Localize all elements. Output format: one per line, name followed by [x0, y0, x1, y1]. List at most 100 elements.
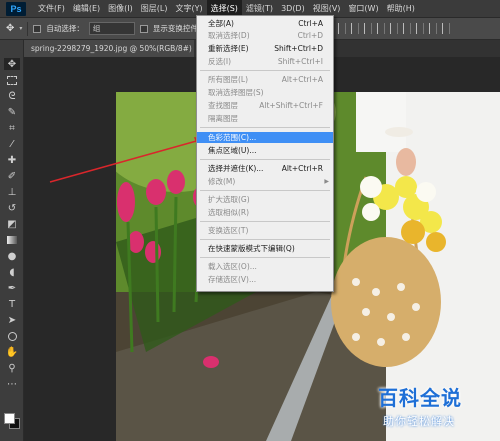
menu-item-label: 查找图层 [208, 101, 238, 110]
menu-item-label: 重新选择(E) [208, 44, 249, 53]
menu-item-label: 焦点区域(U)... [208, 146, 257, 155]
lasso-tool-icon[interactable]: ᘓ [6, 90, 18, 102]
menu-help[interactable]: 帮助(H) [383, 0, 419, 18]
menu-item-deselect[interactable]: 取消选择(D) Ctrl+D [197, 30, 333, 41]
menu-item-shortcut: Shift+Ctrl+I [277, 57, 323, 66]
pen-tool-icon[interactable]: ✒ [6, 282, 18, 294]
divider [27, 21, 29, 36]
crop-tool-icon[interactable]: ⌗ [6, 122, 18, 134]
watermark-title: 百科全说 [378, 386, 462, 410]
path-selection-tool-icon[interactable]: ➤ [6, 314, 18, 326]
submenu-arrow-icon: ▶ [324, 178, 329, 185]
menu-separator [200, 257, 330, 258]
auto-select-checkbox[interactable] [33, 24, 42, 33]
menu-item-shortcut: Ctrl+A [298, 19, 323, 28]
menu-item-label: 所有图层(L) [208, 75, 249, 84]
menu-item-deselect-layers[interactable]: 取消选择图层(S) [197, 87, 333, 98]
watermark-subtitle: 助你轻松解决 [383, 415, 455, 428]
eyedropper-tool-icon[interactable]: ⁄ [6, 138, 18, 150]
align-center-icon[interactable] [351, 23, 359, 34]
menu-window[interactable]: 窗口(W) [344, 0, 382, 18]
menu-item-transform-selection[interactable]: 变换选区(T) [197, 225, 333, 236]
menu-item-all-layers[interactable]: 所有图层(L) Alt+Ctrl+A [197, 74, 333, 85]
menu-separator [200, 159, 330, 160]
align-right-icon[interactable] [364, 23, 372, 34]
move-tool-icon[interactable]: ✥ [6, 23, 14, 34]
tool-preset-dropdown-icon[interactable]: ▾ [19, 25, 22, 32]
menu-item-find-layers[interactable]: 查找图层 Alt+Shift+Ctrl+F [197, 100, 333, 111]
menu-item-label: 反选(I) [208, 57, 232, 66]
move-tool-icon[interactable]: ✥ [4, 58, 20, 70]
hand-tool-icon[interactable]: ✋ [6, 346, 18, 358]
menu-item-label: 修改(M) [208, 177, 236, 186]
menu-layer[interactable]: 图层(L) [137, 0, 172, 18]
menu-item-load-selection[interactable]: 载入选区(O)... [197, 261, 333, 272]
menu-item-label: 在快速蒙版模式下编辑(Q) [208, 244, 295, 253]
distribute-left-icon[interactable] [416, 23, 424, 34]
clone-stamp-tool-icon[interactable]: ⊥ [6, 186, 18, 198]
dodge-tool-icon[interactable]: ◖ [6, 266, 18, 278]
align-left-icon[interactable] [338, 23, 346, 34]
menu-item-similar[interactable]: 选取相似(R) [197, 207, 333, 218]
document-tab[interactable]: spring-2298279_1920.jpg @ 50%(RGB/8#) [24, 40, 194, 57]
menu-item-grow[interactable]: 扩大选取(G) [197, 194, 333, 205]
gradient-tool-icon[interactable] [6, 234, 18, 246]
eraser-tool-icon[interactable]: ◩ [6, 218, 18, 230]
menu-item-select-all[interactable]: 全部(A) Ctrl+A [197, 18, 333, 29]
auto-select-label: 自动选择： [46, 24, 84, 33]
healing-brush-tool-icon[interactable]: ✚ [6, 154, 18, 166]
menu-item-color-range[interactable]: 色彩范围(C)... [197, 132, 333, 143]
type-tool-icon[interactable]: T [6, 298, 18, 310]
more-tools-icon[interactable]: ⋯ [6, 378, 18, 390]
menu-separator [200, 239, 330, 240]
menu-file[interactable]: 文件(F) [34, 0, 69, 18]
menu-item-quick-mask[interactable]: 在快速蒙版模式下编辑(Q) [197, 243, 333, 254]
menu-item-modify[interactable]: 修改(M) ▶ [197, 176, 333, 187]
distribute-middle-icon[interactable] [390, 23, 398, 34]
distribute-right-icon[interactable] [442, 23, 450, 34]
menu-item-focus-area[interactable]: 焦点区域(U)... [197, 145, 333, 156]
shape-tool-icon[interactable] [6, 330, 18, 342]
menu-item-label: 隔离图层 [208, 114, 238, 123]
menu-item-label: 全部(A) [208, 19, 234, 28]
distribute-top-icon[interactable] [377, 23, 385, 34]
menu-item-label: 色彩范围(C)... [208, 133, 257, 142]
align-controls [338, 23, 450, 34]
menu-item-shortcut: Alt+Ctrl+R [281, 164, 323, 173]
menu-edit[interactable]: 编辑(E) [69, 0, 104, 18]
menu-image[interactable]: 图像(I) [104, 0, 137, 18]
watermark-logo: 百科全说 助你轻松解决 [362, 378, 496, 436]
menu-item-shortcut: Alt+Ctrl+A [281, 75, 323, 84]
menu-item-label: 扩大选取(G) [208, 195, 250, 204]
menu-item-save-selection[interactable]: 存储选区(V)... [197, 274, 333, 285]
menu-item-label: 载入选区(O)... [208, 262, 257, 271]
history-brush-tool-icon[interactable]: ↺ [6, 202, 18, 214]
toolbox: ✥ ᘓ ✎ ⌗ ⁄ ✚ ✐ ⊥ ↺ ◩ ● ◖ ✒ T ➤ ✋ ⚲ ⋯ [0, 40, 24, 441]
menu-item-shortcut: Alt+Shift+Ctrl+F [259, 101, 323, 110]
menu-separator [200, 70, 330, 71]
menu-separator [200, 221, 330, 222]
marquee-tool-icon[interactable] [6, 74, 18, 86]
menu-item-inverse[interactable]: 反选(I) Shift+Ctrl+I [197, 56, 333, 67]
quick-select-tool-icon[interactable]: ✎ [6, 106, 18, 118]
show-transform-checkbox[interactable] [139, 24, 148, 33]
menu-separator [200, 190, 330, 191]
menu-item-reselect[interactable]: 重新选择(E) Shift+Ctrl+D [197, 43, 333, 54]
menu-item-select-and-mask[interactable]: 选择并遮住(K)... Alt+Ctrl+R [197, 163, 333, 174]
photoshop-logo: Ps [6, 1, 26, 16]
show-transform-label: 显示变换控件 [152, 24, 198, 33]
menu-item-label: 变换选区(T) [208, 226, 249, 235]
brush-tool-icon[interactable]: ✐ [6, 170, 18, 182]
distribute-bottom-icon[interactable] [403, 23, 411, 34]
menu-item-shortcut: Ctrl+D [297, 31, 323, 40]
menu-item-label: 取消选择(D) [208, 31, 250, 40]
foreground-color-swatch[interactable] [4, 413, 15, 424]
select-menu-dropdown: 全部(A) Ctrl+A 取消选择(D) Ctrl+D 重新选择(E) Shift+C… [196, 15, 334, 292]
menu-item-isolate-layers[interactable]: 隔离图层 [197, 113, 333, 124]
zoom-tool-icon[interactable]: ⚲ [6, 362, 18, 374]
menu-item-label: 选取相似(R) [208, 208, 250, 217]
blur-tool-icon[interactable]: ● [6, 250, 18, 262]
auto-select-dropdown[interactable]: 组 [88, 22, 135, 35]
menu-item-label: 取消选择图层(S) [208, 88, 264, 97]
distribute-center-icon[interactable] [429, 23, 437, 34]
